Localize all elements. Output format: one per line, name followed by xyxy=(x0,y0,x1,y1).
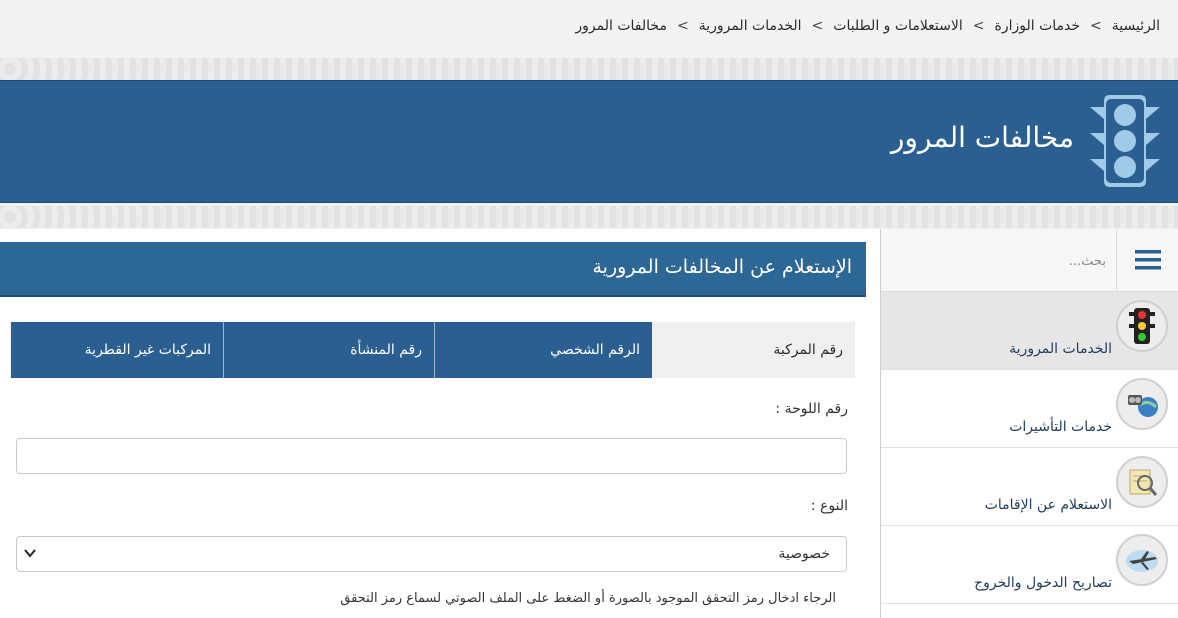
tab-label: رقم المركبة xyxy=(773,342,843,358)
breadcrumb-separator: > xyxy=(811,18,824,34)
tab-personal-number[interactable]: الرقم الشخصي xyxy=(434,322,652,378)
vehicle-type-label: النوع : xyxy=(810,498,848,514)
breadcrumb-separator: > xyxy=(972,18,985,34)
breadcrumb-current: مخالفات المرور xyxy=(575,18,667,34)
breadcrumb-ministry-services[interactable]: خدمات الوزارة xyxy=(995,18,1081,34)
sidebar-item-label: خدمات التأشيرات xyxy=(1009,419,1112,435)
sidebar-item-traffic-services[interactable]: الخدمات المرورية xyxy=(881,292,1178,370)
section-title: الإستعلام عن المخالفات المرورية xyxy=(592,256,853,278)
search-input[interactable] xyxy=(894,245,1108,277)
plate-number-input[interactable] xyxy=(16,438,847,474)
breadcrumb-separator: > xyxy=(676,18,689,34)
sidebar-item-label: تصاريح الدخول والخروج xyxy=(974,575,1112,591)
vehicle-type-select[interactable]: خصوصية xyxy=(16,536,847,572)
section-header: الإستعلام عن المخالفات المرورية xyxy=(0,242,866,297)
page-title: مخالفات المرور xyxy=(890,121,1074,154)
breadcrumb-home[interactable]: الرئيسية xyxy=(1112,18,1160,34)
breadcrumb-traffic-services[interactable]: الخدمات المرورية xyxy=(699,18,802,34)
tab-vehicle-number[interactable]: رقم المركبة xyxy=(652,322,855,378)
sidebar-search-bar xyxy=(881,229,1178,292)
residency-inquiry-icon xyxy=(1116,456,1168,508)
sidebar-item-label: الاستعلام عن الإقامات xyxy=(984,497,1112,513)
sidebar-item-residency-inquiry[interactable]: الاستعلام عن الإقامات xyxy=(881,448,1178,526)
chevron-down-icon xyxy=(24,549,36,558)
plate-number-label: رقم اللوحة : xyxy=(775,401,848,417)
sidebar: الخدمات المرورية خدمات التأشيرات الاستعل… xyxy=(880,229,1178,618)
main-content: الإستعلام عن المخالفات المرورية رقم المر… xyxy=(0,229,880,618)
hamburger-menu-icon xyxy=(1134,250,1161,270)
sidebar-item-visa-services[interactable]: خدمات التأشيرات xyxy=(881,370,1178,448)
tab-label: الرقم الشخصي xyxy=(550,342,640,358)
traffic-light-icon xyxy=(1090,95,1160,187)
decorative-pattern xyxy=(0,58,1178,80)
sidebar-item-entry-exit-permits[interactable]: تصاريح الدخول والخروج xyxy=(881,526,1178,604)
breadcrumb-bar: الرئيسية > خدمات الوزارة > الاستعلامات و… xyxy=(0,0,1178,59)
captcha-instruction: الرجاء ادخال رمز التحقق الموجود بالصورة … xyxy=(340,591,836,606)
breadcrumb-inquiries[interactable]: الاستعلامات و الطلبات xyxy=(833,18,963,34)
traffic-light-icon xyxy=(1116,300,1168,352)
tab-label: المركبات غير القطرية xyxy=(84,342,211,358)
breadcrumb-separator: > xyxy=(1090,18,1102,34)
airplane-icon xyxy=(1116,534,1168,586)
page-banner: مخالفات المرور xyxy=(0,80,1178,203)
inquiry-tabs: رقم المركبة الرقم الشخصي رقم المنشأة الم… xyxy=(10,322,855,378)
tab-label: رقم المنشأة xyxy=(350,342,422,358)
breadcrumb: الرئيسية > خدمات الوزارة > الاستعلامات و… xyxy=(575,18,1160,34)
vehicle-type-value: خصوصية xyxy=(778,546,830,562)
menu-button[interactable] xyxy=(1116,229,1178,291)
decorative-pattern xyxy=(0,206,1178,228)
visa-services-icon xyxy=(1116,378,1168,430)
tab-establishment-number[interactable]: رقم المنشأة xyxy=(223,322,434,378)
sidebar-item-label: الخدمات المرورية xyxy=(1009,341,1112,357)
tab-non-qatari-vehicles[interactable]: المركبات غير القطرية xyxy=(11,322,223,378)
